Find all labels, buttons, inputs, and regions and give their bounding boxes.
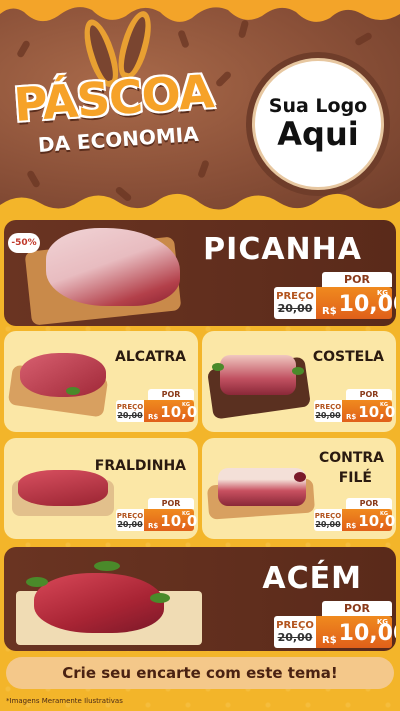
- new-price: R$10,00KG: [316, 616, 396, 648]
- old-price: 20,00: [117, 519, 143, 529]
- price-tag: POR PREÇO20,00 R$10,00KG: [116, 389, 198, 422]
- product-name: FRALDINHA: [94, 458, 186, 474]
- header-wave-edge: [0, 193, 400, 215]
- price-tag: POR PREÇO20,00 R$10,00KG: [274, 272, 396, 319]
- product-card-acem[interactable]: ACÉM POR PREÇO20,00 R$10,00KG: [4, 547, 396, 651]
- product-card-fraldinha[interactable]: FRALDINHA POR PREÇO20,00 R$10,00KG: [4, 438, 198, 539]
- new-price: R$10,00KG: [316, 287, 396, 319]
- old-price: 20,00: [277, 631, 313, 644]
- logo-text-line1: Sua Logo: [268, 95, 368, 118]
- new-price: R$10,00KG: [144, 509, 198, 531]
- product-name-line1: CONTRA: [318, 450, 384, 466]
- disclaimer-text: *Imagens Meramente Ilustrativas: [6, 697, 123, 705]
- logo-placeholder: Sua Logo Aqui: [246, 52, 390, 196]
- old-price: 20,00: [315, 519, 341, 529]
- product-card-costela[interactable]: COSTELA POR PREÇO20,00 R$10,00KG: [202, 331, 396, 432]
- new-price: R$10,00KG: [144, 400, 198, 422]
- costela-image: [220, 355, 296, 395]
- product-name: PICANHA: [203, 232, 362, 267]
- contra-file-image: [218, 468, 306, 506]
- alcatra-image: [20, 353, 106, 397]
- new-price: R$10,00KG: [342, 509, 396, 531]
- price-tag: POR PREÇO20,00 R$10,00KG: [116, 498, 198, 531]
- product-card-alcatra[interactable]: ALCATRA POR PREÇO20,00 R$10,00KG: [4, 331, 198, 432]
- product-card-contra-file[interactable]: CONTRA FILÉ POR PREÇO20,00 R$10,00KG: [202, 438, 396, 539]
- product-card-picanha[interactable]: PICANHA POR PREÇO20,00 R$10,00KG: [4, 220, 396, 326]
- logo-text-line2: Aqui: [277, 115, 359, 154]
- old-price: 20,00: [315, 410, 341, 420]
- price-tag: POR PREÇO20,00 R$10,00KG: [314, 389, 396, 422]
- fraldinha-image: [18, 470, 108, 506]
- header-banner: PÁSCOA DA ECONOMIA Sua Logo Aqui: [0, 0, 400, 215]
- discount-badge: -50%: [8, 233, 40, 253]
- product-name-line2: FILÉ: [338, 470, 372, 486]
- chocolate-drip-top: [0, 0, 400, 22]
- old-price: 20,00: [117, 410, 143, 420]
- product-name: ACÉM: [262, 561, 362, 596]
- cta-button[interactable]: Crie seu encarte com este tema!: [6, 657, 394, 689]
- product-name: COSTELA: [312, 349, 384, 365]
- price-tag: POR PREÇO20,00 R$10,00KG: [314, 498, 396, 531]
- product-name: ALCATRA: [115, 349, 186, 365]
- acem-image: [34, 573, 164, 633]
- price-tag: POR PREÇO20,00 R$10,00KG: [274, 601, 396, 648]
- old-price: 20,00: [277, 302, 313, 315]
- new-price: R$10,00KG: [342, 400, 396, 422]
